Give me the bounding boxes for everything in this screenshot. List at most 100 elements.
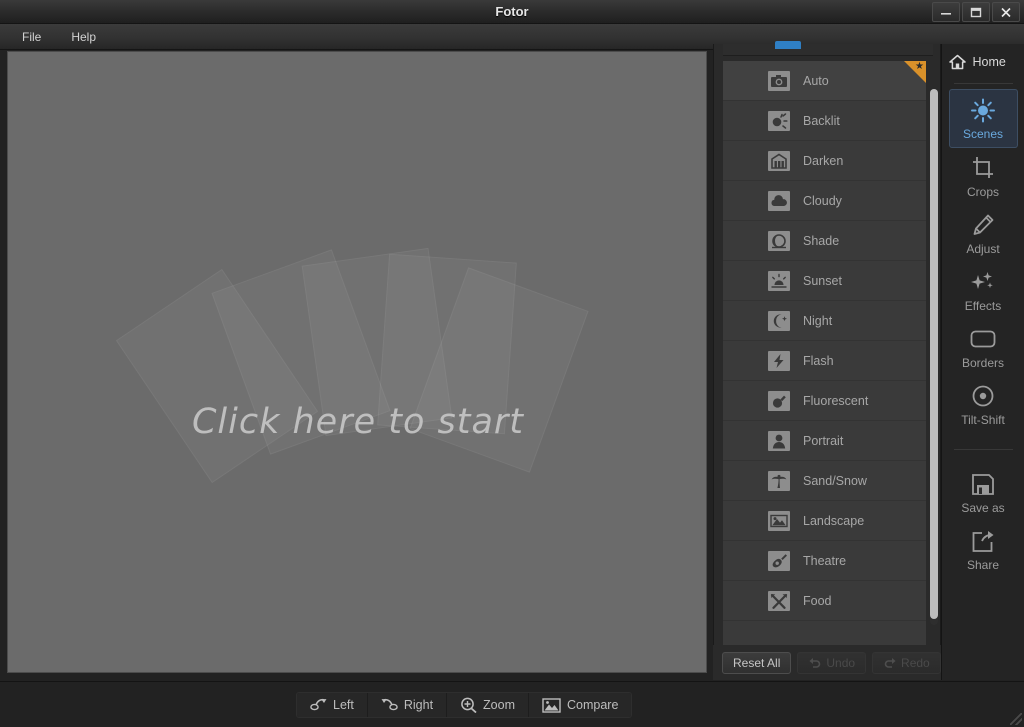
sun-icon [970, 97, 996, 123]
scene-item-sunset[interactable]: Sunset [723, 261, 926, 301]
compare-label: Compare [567, 698, 619, 712]
rotate-right-icon [381, 698, 398, 713]
rail-divider-bottom [953, 449, 1013, 450]
palm-tree-icon [768, 470, 790, 491]
scene-item-label: Portrait [803, 433, 844, 448]
backlit-icon [768, 110, 790, 131]
scene-item-label: Theatre [803, 553, 847, 568]
tool-scenes[interactable]: Scenes [948, 89, 1018, 148]
tool-adjust[interactable]: Adjust [949, 205, 1018, 262]
pencil-icon [971, 212, 995, 238]
menu-item-file[interactable]: File [18, 28, 45, 46]
cutlery-icon [768, 590, 790, 611]
tool-home-label: Home [972, 55, 1006, 69]
reset-all-label: Reset All [733, 655, 781, 670]
rotate-right-label: Right [403, 698, 434, 712]
rail-divider-top [953, 83, 1013, 84]
maximize-button[interactable] [962, 2, 990, 22]
compare-button[interactable]: Compare [529, 693, 632, 717]
undo-icon [808, 657, 822, 668]
scene-item-label: Flash [803, 353, 834, 368]
zoom-label: Zoom [483, 698, 515, 712]
scene-item-food[interactable]: Food [723, 581, 926, 621]
cloud-icon [768, 190, 790, 211]
share-arrow-icon [971, 528, 995, 554]
title-bar: Fotor [0, 0, 1024, 24]
tool-borders-label: Borders [961, 356, 1005, 370]
window-controls [932, 2, 1020, 22]
minimize-icon [940, 7, 952, 17]
reset-all-button[interactable]: Reset All [722, 651, 792, 674]
tool-rail: Home Scenes Crops Adjust Effects Borders… [941, 44, 1024, 680]
moon-icon [768, 310, 790, 331]
tool-save-as[interactable]: Save as [949, 464, 1018, 521]
scene-item-backlit[interactable]: Backlit [723, 101, 926, 141]
undo-button[interactable]: Undo [797, 651, 867, 674]
tool-adjust-label: Adjust [966, 242, 1000, 256]
tool-save-as-label: Save as [961, 501, 1005, 515]
redo-label: Redo [901, 655, 930, 670]
scene-item-flash[interactable]: Flash [723, 341, 926, 381]
redo-button[interactable]: Redo [872, 651, 941, 674]
close-button[interactable] [992, 2, 1020, 22]
scene-list-scrollbar[interactable] [930, 89, 938, 625]
target-icon [971, 383, 995, 409]
scene-item-fluorescent[interactable]: Fluorescent [723, 381, 926, 421]
floppy-icon [971, 471, 995, 497]
rotate-left-button[interactable]: Left [297, 693, 368, 717]
zoom-button[interactable]: Zoom [447, 693, 529, 717]
scene-item-label: Food [803, 593, 832, 608]
redo-icon [883, 657, 897, 668]
scene-item-label: Night [803, 313, 833, 328]
tool-share-label: Share [966, 558, 1000, 572]
sunset-icon [768, 270, 790, 291]
tool-share[interactable]: Share [949, 521, 1018, 578]
menu-item-help[interactable]: Help [67, 28, 100, 46]
scene-item-label: Landscape [803, 513, 865, 528]
tool-home[interactable]: Home [948, 44, 1018, 79]
rounded-rect-icon [970, 326, 996, 352]
sparkles-icon [970, 269, 996, 295]
view-tools-group: Left Right Zoom Compare [296, 692, 633, 718]
scene-item-auto[interactable]: Auto ★ [723, 61, 926, 101]
scene-item-night[interactable]: Night [723, 301, 926, 341]
scene-item-sand-snow[interactable]: Sand/Snow [723, 461, 926, 501]
resize-grip[interactable] [1010, 713, 1022, 725]
scene-item-theatre[interactable]: Theatre [723, 541, 926, 581]
scene-item-label: Cloudy [803, 193, 842, 208]
tool-effects[interactable]: Effects [949, 262, 1018, 319]
scene-item-label: Sand/Snow [803, 473, 867, 488]
tool-crops[interactable]: Crops [949, 148, 1018, 205]
compare-image-icon [542, 697, 561, 713]
scene-item-darken[interactable]: Darken [723, 141, 926, 181]
scene-item-label: Darken [803, 153, 844, 168]
scene-item-cloudy[interactable]: Cloudy [723, 181, 926, 221]
scene-item-label: Auto [803, 73, 829, 88]
scene-item-portrait[interactable]: Portrait [723, 421, 926, 461]
tool-tilt-shift[interactable]: Tilt-Shift [949, 376, 1018, 433]
scene-item-landscape[interactable]: Landscape [723, 501, 926, 541]
window-title: Fotor [495, 4, 529, 19]
guitar-icon [768, 550, 790, 571]
scene-item-shade[interactable]: Shade [723, 221, 926, 261]
scenes-panel: Auto ★ Backlit Darken Cloudy Shade Sunset Night… [713, 41, 941, 680]
zoom-in-icon [460, 697, 477, 713]
tool-effects-label: Effects [964, 299, 1002, 313]
click-here-to-start-label[interactable]: Click here to start [8, 402, 706, 442]
portrait-icon [768, 430, 790, 451]
tool-borders[interactable]: Borders [949, 319, 1018, 376]
rotate-left-label: Left [333, 698, 354, 712]
star-icon: ★ [915, 61, 924, 72]
scene-item-label: Backlit [803, 113, 840, 128]
scene-item-label: Sunset [803, 273, 842, 288]
scene-list[interactable]: Auto ★ Backlit Darken Cloudy Shade Sunset Night… [723, 61, 926, 656]
minimize-button[interactable] [932, 2, 960, 22]
scene-item-label: Shade [803, 233, 840, 248]
rotate-right-button[interactable]: Right [367, 693, 448, 717]
undo-label: Undo [826, 655, 856, 670]
image-canvas[interactable]: Click here to start [7, 51, 707, 673]
scene-item-label: Fluorescent [803, 393, 869, 408]
tool-tilt-shift-label: Tilt-Shift [961, 413, 1005, 427]
scrollbar-thumb[interactable] [930, 89, 938, 619]
fanned-photos-icon [115, 247, 589, 484]
